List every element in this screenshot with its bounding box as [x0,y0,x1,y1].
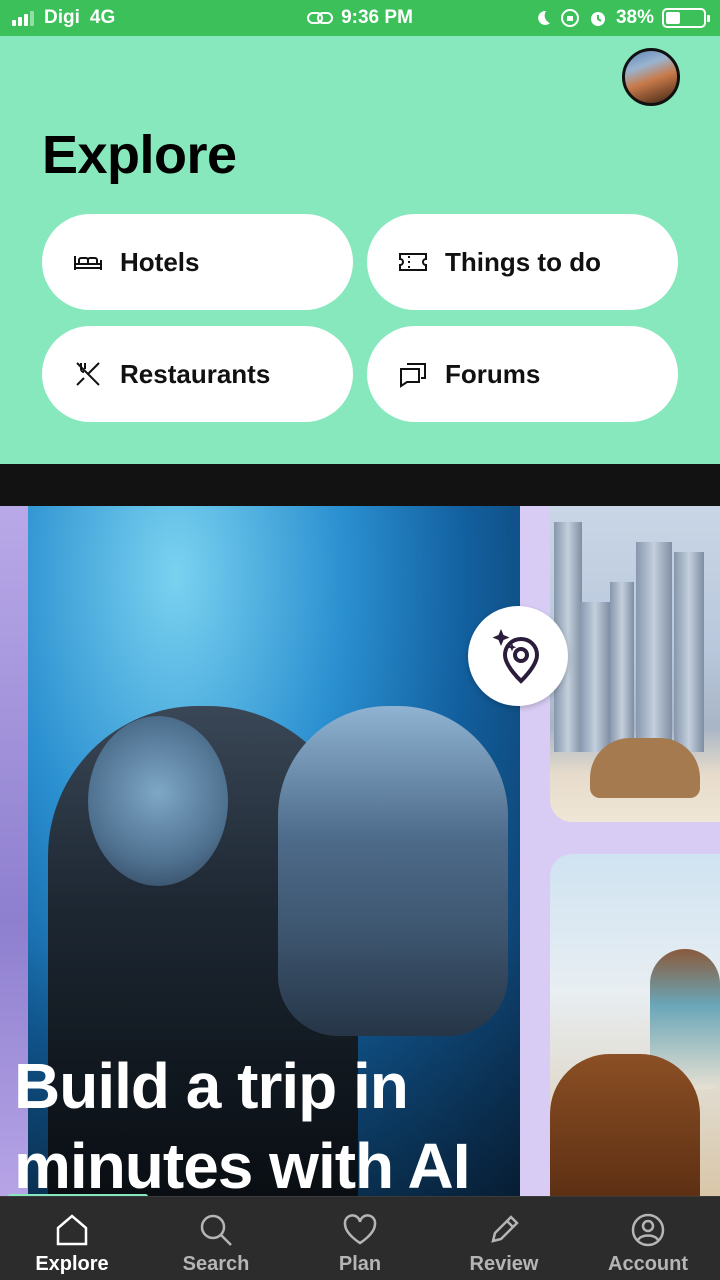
nav-account[interactable]: Account [576,1197,720,1280]
pencil-icon [491,1215,519,1243]
battery-percent: 38% [615,7,654,28]
ticket-icon [399,253,427,271]
battery-icon [662,8,710,28]
nav-explore[interactable]: Explore [0,1197,144,1280]
dubai-skyline-photo [550,506,720,822]
home-icon [56,1214,88,1246]
promo-headline: Build a trip in minutes with AI [14,1050,471,1196]
bottom-nav: Explore Search Plan Review Account [0,1196,720,1280]
link-icon [307,12,334,24]
orientation-lock-icon [560,9,579,27]
category-label: Things to do [445,246,601,277]
user-icon [631,1213,665,1247]
status-right: 38% [534,7,710,29]
status-bar: Digi 4G 9:36 PM 38% [0,0,720,36]
chat-icon [400,363,426,388]
ai-trip-promo-card[interactable]: Build a trip in minutes with AI [0,506,720,1196]
category-label: Restaurants [120,358,271,389]
alarm-icon [590,12,605,26]
nav-plan[interactable]: Plan [288,1197,432,1280]
category-label: Forums [445,358,541,389]
utensils-icon [76,362,100,386]
nav-label: Review [469,1253,539,1275]
nav-review[interactable]: Review [432,1197,576,1280]
category-things-to-do-button[interactable]: Things to do [367,214,678,310]
photo-horse [550,1054,700,1196]
category-restaurants-button[interactable]: Restaurants [42,326,353,422]
horse-rider-photo [550,854,720,1196]
category-label: Hotels [120,246,200,277]
clock: 9:36 PM [341,7,413,28]
battery-fill [666,12,680,24]
bed-icon [74,256,102,270]
category-hotels-button[interactable]: Hotels [42,214,353,310]
explore-header: Explore Hotels Things to do Restaurants … [0,36,720,464]
nav-search[interactable]: Search [144,1197,288,1280]
moon-icon [538,10,550,25]
nav-label: Explore [35,1253,109,1275]
search-icon [200,1214,232,1246]
photo-camel [590,738,700,798]
nav-label: Plan [338,1253,382,1275]
profile-avatar[interactable] [622,48,680,106]
nav-label: Account [608,1253,688,1275]
photo-face [88,716,228,886]
heart-icon [343,1214,377,1245]
ai-badge [468,606,568,706]
ai-sparkle-location-icon [492,629,540,684]
section-divider [0,464,720,506]
nav-label: Search [182,1253,250,1275]
category-forums-button[interactable]: Forums [367,326,678,422]
page-title: Explore [42,125,237,185]
